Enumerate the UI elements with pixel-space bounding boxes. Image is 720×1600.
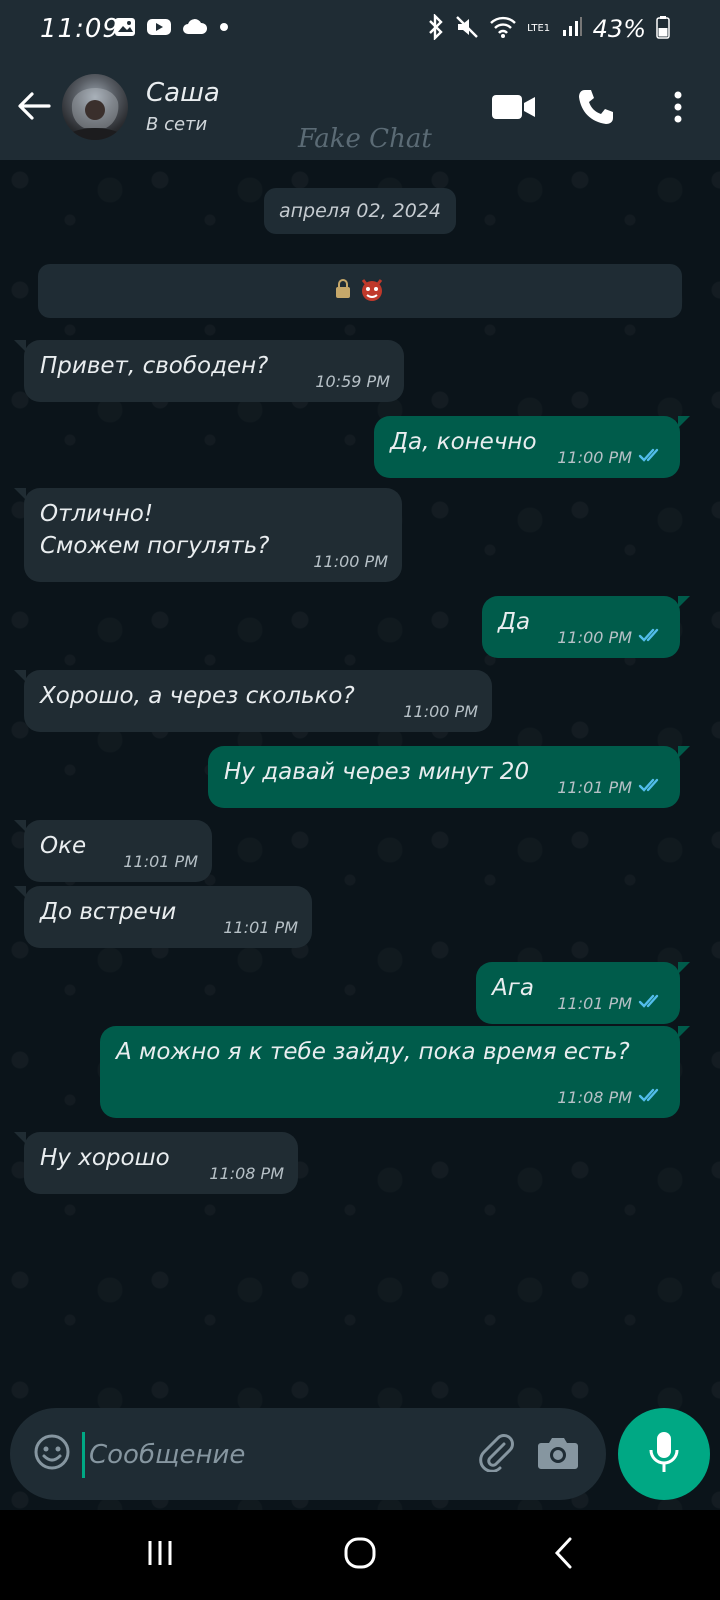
incoming-message-bubble[interactable]: Ну хорошо 11:08 PM (14, 1132, 298, 1194)
message-time: 11:00 PM (557, 627, 632, 647)
message-time: 11:00 PM (313, 552, 388, 571)
more-options-icon (673, 90, 683, 128)
message-time: 11:01 PM (557, 993, 632, 1013)
watermark: Fake Chat (298, 124, 432, 154)
message-composer (10, 1408, 606, 1500)
signal-icon (561, 16, 583, 42)
message-meta: 11:01 PM (557, 777, 666, 798)
message-time: 11:01 PM (223, 918, 298, 937)
video-call-button[interactable] (489, 84, 539, 134)
read-receipt-icon (638, 1087, 666, 1108)
read-receipt-icon (638, 777, 666, 798)
avatar-image (62, 87, 128, 140)
contact-name[interactable]: Саша (146, 78, 220, 108)
voice-message-button[interactable] (618, 1408, 710, 1500)
outgoing-message-bubble[interactable]: А можно я к тебе зайду, пока время есть?… (100, 1026, 690, 1118)
chat-header: Саша В сети Fake Chat (0, 60, 720, 160)
read-receipt-icon (638, 627, 666, 648)
wifi-icon (489, 15, 517, 43)
camera-button[interactable] (534, 1430, 582, 1478)
more-options-button[interactable] (653, 84, 703, 134)
encryption-banner[interactable] (38, 264, 682, 318)
dot-icon (218, 17, 230, 41)
cloud-icon (182, 18, 208, 40)
home-icon (343, 1536, 377, 1574)
video-call-icon (491, 93, 537, 125)
message-meta: 11:00 PM (313, 552, 388, 572)
mute-icon (455, 15, 479, 43)
message-meta: 11:08 PM (557, 1087, 666, 1108)
message-meta: 10:59 PM (315, 372, 390, 392)
outgoing-message-bubble[interactable]: Да, конечно 11:00 PM (374, 416, 690, 478)
emoji-icon (33, 1433, 71, 1475)
status-bar: 11:09 LTE1 43% (0, 0, 720, 60)
emoji-devil-icon (359, 276, 385, 306)
message-text: А можно я к тебе зайду, пока время есть? (116, 1039, 630, 1065)
camera-icon (537, 1434, 579, 1474)
message-time: 11:08 PM (557, 1087, 632, 1107)
message-meta: 11:00 PM (403, 702, 478, 722)
emoji-button[interactable] (30, 1432, 74, 1476)
message-meta: 11:01 PM (223, 918, 298, 938)
message-meta: 11:00 PM (557, 447, 666, 468)
attach-button[interactable] (472, 1430, 520, 1478)
incoming-message-bubble[interactable]: Оке 11:01 PM (14, 820, 212, 882)
outgoing-message-bubble[interactable]: Ну давай через минут 20 11:01 PM (208, 746, 690, 808)
message-time: 11:08 PM (209, 1164, 284, 1183)
incoming-message-bubble[interactable]: До встречи 11:01 PM (14, 886, 312, 948)
system-nav-bar (0, 1510, 720, 1600)
battery-icon (656, 15, 670, 43)
message-input[interactable] (82, 1432, 471, 1478)
lte-icon: LTE1 (527, 23, 551, 34)
status-time: 11:09 (40, 14, 120, 44)
voice-call-button[interactable] (571, 84, 621, 134)
read-receipt-icon (638, 447, 666, 468)
home-button[interactable] (330, 1530, 390, 1580)
incoming-message-bubble[interactable]: Хорошо, а через сколько? 11:00 PM (14, 670, 492, 732)
microphone-icon (648, 1430, 680, 1478)
read-receipt-icon (638, 993, 666, 1014)
gallery-icon (114, 17, 136, 41)
message-meta: 11:01 PM (557, 993, 666, 1014)
incoming-message-bubble[interactable]: Привет, свободен? 10:59 PM (14, 340, 404, 402)
youtube-icon (146, 17, 172, 41)
contact-status: В сети (146, 114, 208, 135)
message-time: 11:00 PM (403, 702, 478, 721)
back-icon (552, 1536, 576, 1574)
message-meta: 11:08 PM (209, 1164, 284, 1184)
chat-area[interactable]: апреля 02, 2024 Привет, свободен? 10:59 P… (0, 160, 720, 1510)
message-time: 11:01 PM (123, 852, 198, 871)
recent-apps-button[interactable] (130, 1530, 190, 1580)
phone-icon (577, 88, 615, 130)
outgoing-message-bubble[interactable]: Ага 11:01 PM (476, 962, 690, 1024)
incoming-message-bubble[interactable]: Отлично! Сможем погулять? 11:00 PM (14, 488, 402, 582)
message-time: 11:01 PM (557, 777, 632, 797)
back-button[interactable] (14, 88, 54, 128)
message-meta: 11:01 PM (123, 852, 198, 872)
outgoing-message-bubble[interactable]: Да 11:00 PM (482, 596, 690, 658)
date-separator: апреля 02, 2024 (264, 188, 456, 234)
recent-apps-icon (145, 1538, 175, 1572)
message-meta: 11:00 PM (557, 627, 666, 648)
message-time: 10:59 PM (315, 372, 390, 391)
bluetooth-icon (427, 13, 445, 44)
lock-icon (335, 279, 351, 303)
avatar[interactable] (62, 74, 128, 140)
system-back-button[interactable] (534, 1530, 594, 1580)
back-arrow-icon (17, 91, 51, 125)
status-notification-icons (114, 17, 230, 41)
status-system-icons: LTE1 43% (427, 13, 670, 44)
attach-icon (476, 1432, 516, 1476)
battery-percent: 43% (592, 15, 646, 43)
message-time: 11:00 PM (557, 447, 632, 467)
